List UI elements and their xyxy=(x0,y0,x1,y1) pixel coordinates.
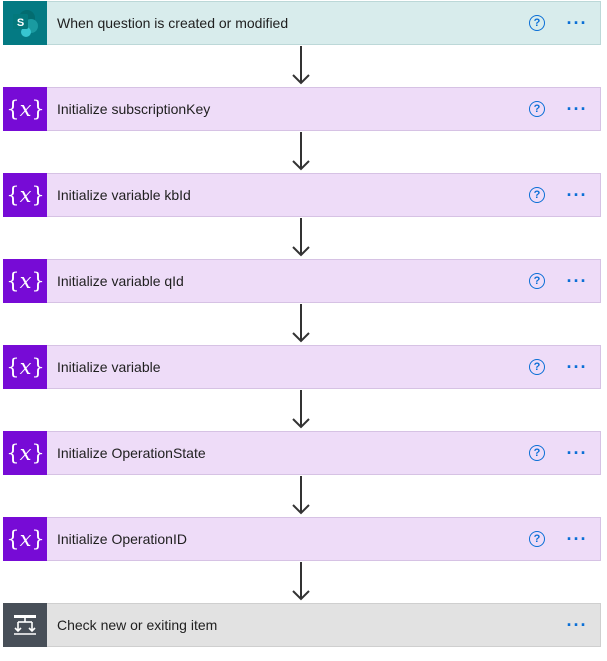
variable-icon: {x} xyxy=(3,87,47,131)
condition-icon xyxy=(3,603,47,647)
connector-arrow-icon xyxy=(292,132,310,171)
step-card-variable[interactable]: {x} Initialize OperationState ? ··· xyxy=(3,431,601,475)
help-icon[interactable]: ? xyxy=(529,359,545,375)
step-title: Initialize OperationID xyxy=(57,531,187,547)
connector-arrow-icon xyxy=(292,390,310,429)
step-title: Check new or exiting item xyxy=(57,617,218,633)
help-icon[interactable]: ? xyxy=(529,273,545,289)
step-title: Initialize variable qId xyxy=(57,273,184,289)
step-card-variable[interactable]: {x} Initialize variable qId ? ··· xyxy=(3,259,601,303)
step-title: Initialize OperationState xyxy=(57,445,206,461)
more-options-icon[interactable]: ··· xyxy=(565,14,589,32)
step-card-variable[interactable]: {x} Initialize OperationID ? ··· xyxy=(3,517,601,561)
flow-canvas: S When question is created or modified ?… xyxy=(0,0,607,661)
sharepoint-letter: S xyxy=(17,17,24,29)
more-options-icon[interactable]: ··· xyxy=(565,358,589,376)
help-icon[interactable]: ? xyxy=(529,15,545,31)
more-options-icon[interactable]: ··· xyxy=(565,186,589,204)
connector-arrow-icon xyxy=(292,476,310,515)
variable-icon: {x} xyxy=(3,517,47,561)
connector-arrow-icon xyxy=(292,46,310,85)
variable-icon: {x} xyxy=(3,345,47,389)
variable-icon: {x} xyxy=(3,259,47,303)
help-icon[interactable]: ? xyxy=(529,531,545,547)
more-options-icon[interactable]: ··· xyxy=(565,272,589,290)
connector-arrow-icon xyxy=(292,562,310,601)
step-card-condition[interactable]: Check new or exiting item ··· xyxy=(3,603,601,647)
step-title: Initialize subscriptionKey xyxy=(57,101,211,117)
step-title: When question is created or modified xyxy=(57,15,289,31)
connector-arrow-icon xyxy=(292,304,310,343)
step-card-variable[interactable]: {x} Initialize variable ? ··· xyxy=(3,345,601,389)
help-icon[interactable]: ? xyxy=(529,187,545,203)
connector-arrow-icon xyxy=(292,218,310,257)
help-icon[interactable]: ? xyxy=(529,101,545,117)
help-icon[interactable]: ? xyxy=(529,445,545,461)
variable-icon: {x} xyxy=(3,431,47,475)
more-options-icon[interactable]: ··· xyxy=(565,530,589,548)
sharepoint-icon: S xyxy=(3,1,47,45)
more-options-icon[interactable]: ··· xyxy=(565,616,589,634)
step-card-variable[interactable]: {x} Initialize variable kbId ? ··· xyxy=(3,173,601,217)
step-title: Initialize variable kbId xyxy=(57,187,191,203)
more-options-icon[interactable]: ··· xyxy=(565,444,589,462)
variable-icon: {x} xyxy=(3,173,47,217)
step-card-variable[interactable]: {x} Initialize subscriptionKey ? ··· xyxy=(3,87,601,131)
more-options-icon[interactable]: ··· xyxy=(565,100,589,118)
step-title: Initialize variable xyxy=(57,359,161,375)
step-card-trigger[interactable]: S When question is created or modified ?… xyxy=(3,1,601,45)
